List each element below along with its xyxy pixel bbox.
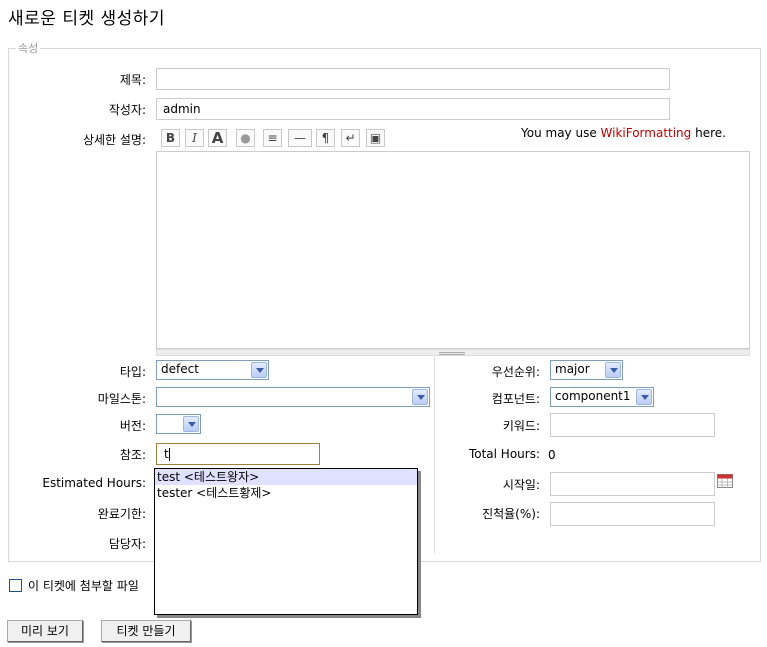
reporter-input[interactable]: admin: [156, 98, 670, 120]
progress-label: 진척율(%):: [482, 507, 540, 521]
priority-value: major: [555, 362, 590, 376]
cc-input[interactable]: t: [156, 443, 320, 465]
image-button[interactable]: ▣: [366, 129, 385, 147]
pilcrow-icon: ¶: [321, 131, 330, 145]
summary-input[interactable]: [156, 68, 670, 90]
wiki-hint: You may use WikiFormatting here.: [521, 126, 726, 140]
autocomplete-item[interactable]: test <테스트왕자>: [155, 469, 417, 485]
textarea-resize-grip[interactable]: [156, 349, 750, 356]
component-select[interactable]: component1: [550, 387, 654, 407]
type-select[interactable]: defect: [156, 360, 269, 380]
horizontal-rule-icon: —: [294, 131, 306, 145]
chevron-down-icon: [636, 389, 652, 405]
type-value: defect: [161, 362, 199, 376]
type-label: 타입:: [119, 365, 146, 379]
chevron-down-icon: [183, 416, 199, 432]
chevron-down-icon: [251, 362, 267, 378]
version-label: 버전:: [119, 419, 146, 433]
linebreak-icon: ↵: [345, 131, 356, 145]
start-date-input[interactable]: [550, 472, 715, 496]
reporter-label: 작성자:: [108, 103, 146, 117]
keywords-input[interactable]: [550, 413, 715, 437]
summary-label: 제목:: [119, 73, 146, 87]
bold-button[interactable]: B: [161, 129, 180, 147]
description-textarea[interactable]: [156, 151, 750, 349]
code-button[interactable]: ≡: [263, 129, 282, 147]
properties-legend: 속성: [16, 40, 41, 56]
preview-button[interactable]: 미리 보기: [7, 620, 83, 642]
wikiformatting-link[interactable]: WikiFormatting: [601, 126, 692, 140]
component-label: 컴포넌트:: [491, 392, 540, 406]
column-divider: [434, 357, 435, 554]
total-hours-value: 0: [548, 448, 556, 462]
cc-autocomplete-popup: test <테스트왕자> tester <테스트황제>: [154, 468, 418, 615]
text-cursor: [168, 448, 170, 461]
description-label: 상세한 설명:: [82, 133, 146, 147]
attach-file-checkbox[interactable]: [9, 579, 22, 592]
hr-button[interactable]: —: [288, 129, 312, 147]
wiki-hint-prefix: You may use: [521, 126, 601, 140]
italic-button[interactable]: I: [185, 129, 204, 147]
milestone-label: 마일스톤:: [97, 392, 146, 406]
priority-select[interactable]: major: [550, 360, 623, 380]
paragraph-button[interactable]: ¶: [316, 129, 335, 147]
due-date-label: 완료기한:: [97, 507, 146, 521]
page-title: 새로운 티켓 생성하기: [8, 9, 166, 29]
chevron-down-icon: [605, 362, 621, 378]
chevron-down-icon: [412, 389, 428, 405]
keywords-label: 키워드:: [502, 419, 540, 433]
cc-label: 참조:: [119, 448, 146, 462]
start-date-label: 시작일:: [502, 478, 540, 492]
globe-icon: ●: [240, 131, 251, 145]
owner-label: 담당자:: [108, 537, 146, 551]
component-value: component1: [555, 389, 631, 403]
image-icon: ▣: [369, 131, 382, 145]
link-button[interactable]: ●: [236, 129, 255, 147]
italic-icon: I: [192, 131, 197, 145]
code-icon: ≡: [267, 131, 278, 145]
priority-label: 우선순위:: [491, 365, 540, 379]
heading-icon: A: [211, 129, 224, 147]
total-hours-label: Total Hours:: [468, 447, 540, 461]
autocomplete-item[interactable]: tester <테스트황제>: [155, 485, 417, 501]
attach-file-label: 이 티켓에 첨부할 파일: [28, 579, 139, 593]
milestone-select[interactable]: [156, 387, 430, 407]
progress-input[interactable]: [550, 502, 715, 526]
heading-button[interactable]: A: [208, 129, 227, 147]
linebreak-button[interactable]: ↵: [341, 129, 360, 147]
wiki-hint-suffix: here.: [691, 126, 726, 140]
calendar-icon[interactable]: [717, 474, 733, 488]
version-select[interactable]: [156, 414, 201, 434]
estimated-hours-label: Estimated Hours:: [42, 476, 146, 490]
bold-icon: B: [165, 131, 176, 145]
create-ticket-button[interactable]: 티켓 만들기: [101, 620, 191, 642]
